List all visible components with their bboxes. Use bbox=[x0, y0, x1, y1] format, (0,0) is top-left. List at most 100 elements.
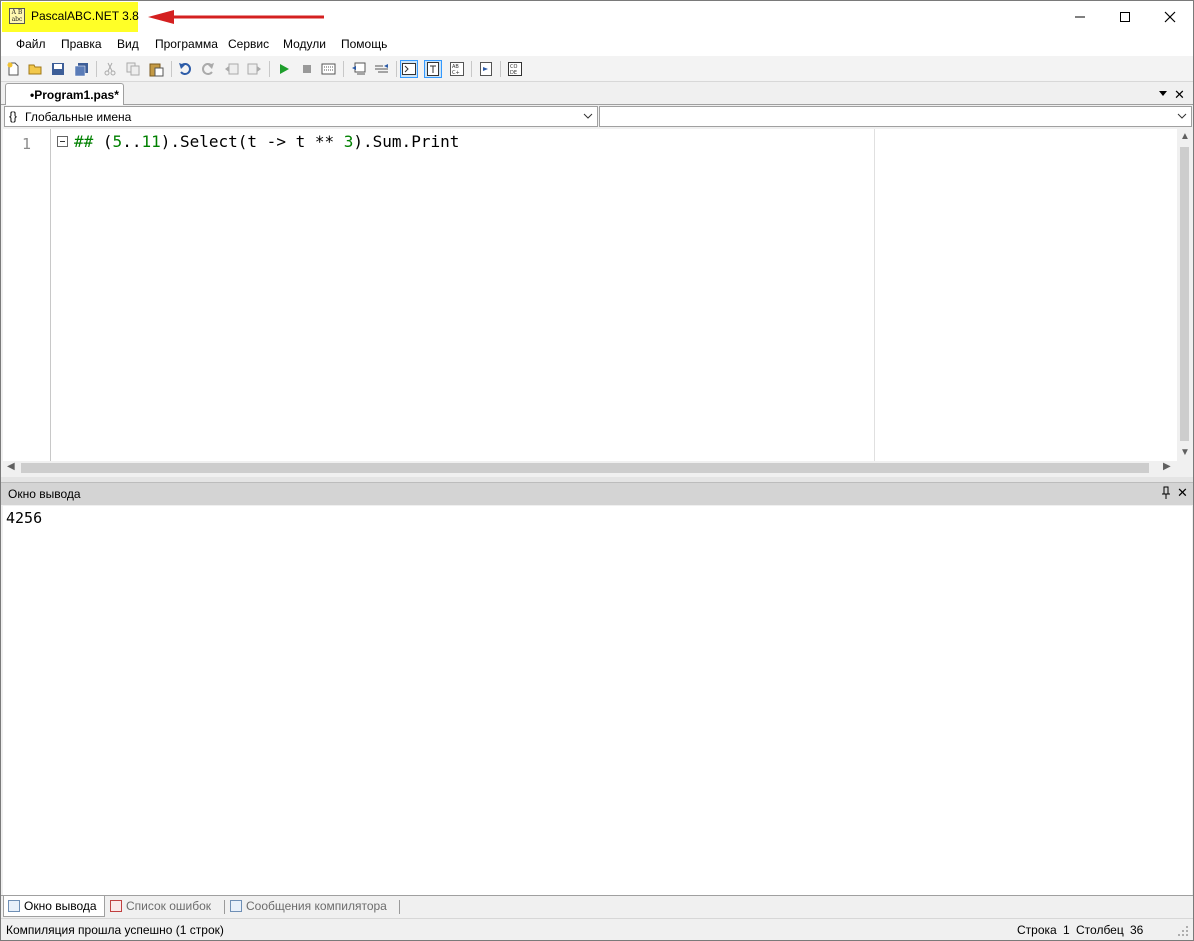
column-value: 36 bbox=[1130, 923, 1144, 937]
code-token: ( bbox=[102, 132, 113, 151]
tab-error-list[interactable]: Список ошибок bbox=[106, 896, 224, 917]
output-panel-header: Окно вывода ✕ bbox=[1, 482, 1193, 505]
code-token: 5 bbox=[112, 132, 123, 151]
scroll-down-icon[interactable]: ▼ bbox=[1180, 447, 1190, 458]
toolbar-separator bbox=[171, 61, 172, 77]
output-panel-title: Окно вывода bbox=[8, 487, 81, 501]
tab-label: Список ошибок bbox=[126, 899, 212, 913]
scroll-right-icon[interactable]: ▶ bbox=[1163, 461, 1171, 472]
save-all-button[interactable] bbox=[72, 60, 90, 78]
run-button[interactable] bbox=[275, 60, 293, 78]
compiler-messages-icon bbox=[230, 900, 242, 912]
debug-button[interactable] bbox=[319, 60, 337, 78]
app-icon[interactable]: A Babc bbox=[9, 8, 25, 24]
output-panel-body[interactable]: 4256 bbox=[3, 506, 1192, 895]
resize-grip-icon[interactable] bbox=[1177, 925, 1189, 937]
tab-program1[interactable]: •Program1.pas* bbox=[5, 83, 124, 105]
uncomment-button[interactable] bbox=[372, 60, 390, 78]
scroll-up-icon[interactable]: ▲ bbox=[1180, 131, 1190, 142]
code-token: ## bbox=[74, 132, 103, 151]
svg-text:C+: C+ bbox=[452, 70, 460, 76]
editor-horizontal-scrollbar[interactable]: ◀ ▶ bbox=[3, 461, 1177, 475]
annotation-arrow-icon bbox=[148, 10, 324, 24]
new-file-icon bbox=[7, 62, 19, 76]
svg-text:DE: DE bbox=[510, 70, 517, 76]
redo-icon bbox=[202, 63, 214, 75]
unindent-icon bbox=[224, 63, 238, 75]
paste-button[interactable] bbox=[147, 60, 165, 78]
fold-toggle-icon[interactable] bbox=[57, 136, 68, 147]
tab-compiler-messages[interactable]: Сообщения компилятора bbox=[226, 896, 398, 917]
comment-button[interactable] bbox=[349, 60, 367, 78]
vertical-scroll-thumb[interactable] bbox=[1180, 147, 1189, 441]
menu-file[interactable]: Файл bbox=[16, 37, 46, 51]
redo-button[interactable] bbox=[199, 60, 217, 78]
scope-combo[interactable]: {} Глобальные имена bbox=[4, 106, 598, 127]
copy-icon bbox=[126, 62, 140, 76]
minimize-button[interactable] bbox=[1057, 1, 1103, 32]
code-templates-button[interactable]: CO DE bbox=[506, 60, 524, 78]
save-icon bbox=[52, 63, 64, 75]
member-combo[interactable] bbox=[599, 106, 1192, 127]
stop-button[interactable] bbox=[298, 60, 316, 78]
text-output-toggle-button[interactable] bbox=[424, 60, 442, 78]
tab-output-window[interactable]: Окно вывода bbox=[3, 896, 105, 917]
cut-icon bbox=[104, 62, 116, 76]
scope-combo-value: Глобальные имена bbox=[25, 110, 132, 124]
save-button[interactable] bbox=[49, 60, 67, 78]
toolbar-separator bbox=[471, 61, 472, 77]
row-value: 1 bbox=[1063, 923, 1070, 937]
format-code-button[interactable]: AB C+ bbox=[448, 60, 466, 78]
menu-edit[interactable]: Правка bbox=[61, 37, 102, 51]
code-token: .. bbox=[122, 132, 142, 151]
menu-help[interactable]: Помощь bbox=[341, 37, 387, 51]
close-output-panel-icon[interactable]: ✕ bbox=[1177, 485, 1188, 501]
menu-program[interactable]: Программа bbox=[155, 37, 218, 51]
menu-view[interactable]: Вид bbox=[117, 37, 139, 51]
scroll-left-icon[interactable]: ◀ bbox=[7, 461, 15, 472]
toolbar-separator bbox=[343, 61, 344, 77]
menu-modules[interactable]: Модули bbox=[283, 37, 326, 51]
toolbar-separator bbox=[269, 61, 270, 77]
undo-button[interactable] bbox=[176, 60, 194, 78]
chevron-down-icon bbox=[1177, 113, 1187, 119]
cut-button[interactable] bbox=[101, 60, 119, 78]
close-window-button[interactable] bbox=[1147, 1, 1193, 32]
tab-label: Сообщения компилятора bbox=[246, 899, 387, 913]
format-code-icon: ABC+ bbox=[450, 62, 464, 76]
unindent-button[interactable] bbox=[222, 60, 240, 78]
tab-separator bbox=[224, 900, 225, 914]
editor-vertical-scrollbar[interactable]: ▲ ▼ bbox=[1177, 129, 1192, 461]
status-message: Компиляция прошла успешно (1 строк) bbox=[6, 923, 224, 937]
menu-bar: Файл Правка Вид Программа Сервис Модули … bbox=[1, 32, 1193, 56]
toolbar-separator bbox=[396, 61, 397, 77]
menu-service[interactable]: Сервис bbox=[228, 37, 269, 51]
line-number-gutter: 1 bbox=[3, 129, 51, 461]
column-label: Столбец bbox=[1076, 923, 1124, 937]
copy-button[interactable] bbox=[124, 60, 142, 78]
close-document-icon[interactable]: ✕ bbox=[1174, 87, 1185, 103]
code-editor[interactable]: 1 ## (5..11).Select(t -> t ** 3).Sum.Pri… bbox=[3, 129, 1177, 461]
pin-icon[interactable] bbox=[1161, 486, 1171, 500]
code-templates-icon: CODE bbox=[508, 62, 522, 76]
right-margin-line bbox=[874, 129, 875, 461]
toolbar: AB C+ CO DE bbox=[1, 56, 1193, 82]
indent-button[interactable] bbox=[245, 60, 263, 78]
navigate-button[interactable] bbox=[477, 60, 495, 78]
maximize-button[interactable] bbox=[1102, 1, 1148, 32]
code-line[interactable]: ## (5..11).Select(t -> t ** 3).Sum.Print bbox=[74, 132, 459, 151]
open-file-icon bbox=[28, 64, 41, 75]
debug-icon bbox=[321, 63, 335, 75]
new-file-button[interactable] bbox=[4, 60, 22, 78]
open-file-button[interactable] bbox=[26, 60, 44, 78]
tab-separator bbox=[399, 900, 400, 914]
code-token: ).Select(t -> t ** bbox=[160, 132, 344, 151]
comment-icon bbox=[351, 62, 365, 75]
output-text: 4256 bbox=[6, 509, 43, 527]
tab-label: Окно вывода bbox=[24, 899, 97, 913]
title-bar: A Babc PascalABC.NET 3.8 bbox=[1, 1, 1193, 32]
horizontal-scroll-thumb[interactable] bbox=[21, 463, 1149, 473]
tab-list-dropdown-icon[interactable] bbox=[1158, 89, 1168, 97]
scope-icon: {} bbox=[9, 109, 18, 123]
console-toggle-button[interactable] bbox=[400, 60, 418, 78]
